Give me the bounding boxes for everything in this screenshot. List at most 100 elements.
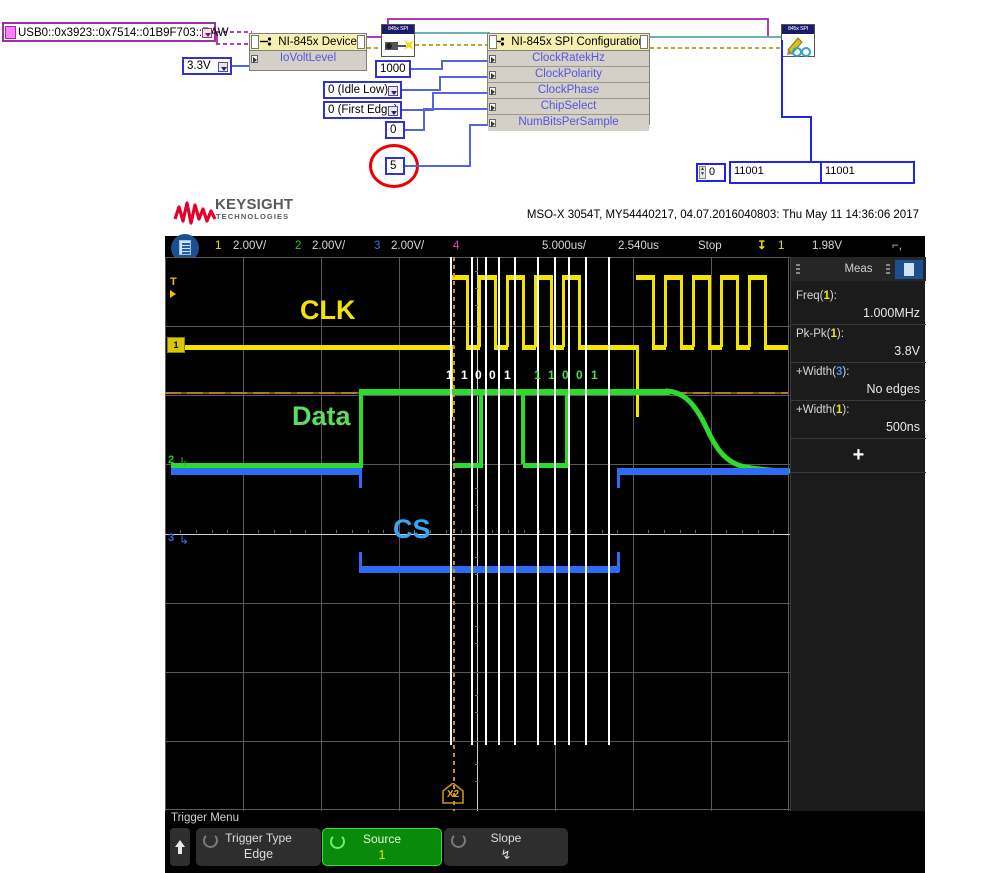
measurement-row-width3[interactable]: +Width(3): No edges bbox=[791, 363, 926, 401]
clock-phase-constant[interactable]: 0 (First Edge) bbox=[323, 101, 402, 119]
ni-845x-spi-write-read-icon[interactable]: 845x SPI bbox=[781, 24, 815, 57]
bit-cursor-3[interactable] bbox=[485, 257, 487, 745]
bit-cursor-8[interactable] bbox=[568, 257, 570, 745]
clk-label: CLK bbox=[300, 295, 356, 325]
input-pin-icon bbox=[251, 55, 258, 63]
array-cell-1: 11001 bbox=[822, 163, 913, 182]
labview-block-diagram: USB0::0x3923::0x7514::01B9F703::RAW 3.3V… bbox=[0, 0, 1006, 192]
terminal-io-volt-level[interactable]: IoVoltLevel bbox=[250, 51, 366, 67]
measurement-row-freq[interactable]: Freq(1): 1.000MHz bbox=[791, 287, 926, 325]
measurement-panel-header[interactable]: Meas bbox=[791, 257, 926, 281]
wire-write-right bbox=[781, 116, 812, 118]
waveform-display[interactable]: CLK Data CS 1 1 0 0 1 1 1 0 0 1 T 1 2 ↳ … bbox=[165, 257, 790, 811]
measurement-label-freq: Freq(1): bbox=[796, 290, 837, 302]
trigger-type-button[interactable]: Trigger Type Edge bbox=[196, 828, 321, 866]
spinner-icon[interactable]: ▲ ▼ bbox=[699, 166, 706, 179]
ni-845x-device-title: NI-845x Device bbox=[250, 34, 366, 51]
wire-pol-to-node bbox=[439, 76, 488, 78]
terminal-clock-rate-khz[interactable]: ClockRatekHz bbox=[488, 51, 649, 67]
measurement-label-width3: +Width(3): bbox=[796, 366, 849, 378]
wire-phase-to-node bbox=[432, 92, 488, 94]
ch3-number[interactable]: 3 bbox=[374, 239, 380, 253]
measurement-value-width3: No edges bbox=[866, 382, 920, 396]
chip-select-constant[interactable]: 0 bbox=[385, 121, 405, 139]
terminal-chip-select-label: ChipSelect bbox=[540, 100, 597, 112]
ch1-ground-marker[interactable]: 1 bbox=[167, 337, 185, 353]
terminal-chip-select[interactable]: ChipSelect bbox=[488, 99, 649, 115]
bit-cursor-10[interactable] bbox=[608, 257, 610, 745]
ch2-marker-label[interactable]: 2 bbox=[168, 455, 174, 466]
trigger-type-value: Edge bbox=[243, 847, 274, 861]
left-margin bbox=[0, 192, 165, 695]
measurement-row-pkpk[interactable]: Pk-Pk(1): 3.8V bbox=[791, 325, 926, 363]
measurement-panel-title: Meas bbox=[844, 263, 873, 275]
bit-cursor-6[interactable] bbox=[537, 257, 539, 745]
string-glyph-icon bbox=[5, 26, 16, 39]
add-measurement-button[interactable]: + bbox=[791, 439, 926, 473]
terminal-clock-phase[interactable]: ClockPhase bbox=[488, 83, 649, 99]
measurement-value-pkpk: 3.8V bbox=[894, 344, 920, 358]
drag-handle-right-icon[interactable] bbox=[886, 264, 890, 274]
bit-cursor-5[interactable] bbox=[514, 257, 516, 745]
trigger-source-button[interactable]: Source 1 bbox=[322, 828, 442, 866]
ch3-scale[interactable]: 2.00V/ bbox=[391, 239, 424, 253]
drag-handle-left-icon[interactable] bbox=[796, 264, 800, 274]
terminal-io-volt-level-label: IoVoltLevel bbox=[279, 52, 337, 64]
bit-1-1: 1 bbox=[446, 368, 453, 382]
ch2-scale[interactable]: 2.00V/ bbox=[312, 239, 345, 253]
ch1-scale[interactable]: 2.00V/ bbox=[233, 239, 266, 253]
clock-polarity-constant[interactable]: 0 (Idle Low) bbox=[323, 81, 402, 99]
bit-cursor-2[interactable] bbox=[471, 257, 473, 745]
delay-value[interactable]: 2.540us bbox=[618, 239, 659, 253]
trigger-level[interactable]: 1.98V bbox=[812, 239, 842, 253]
terminal-num-bits-per-sample[interactable]: NumBitsPerSample bbox=[488, 115, 649, 131]
ni-845x-spi-configuration-node[interactable]: NI-845x SPI Configuration ClockRatekHz C… bbox=[487, 33, 650, 131]
ch1-number[interactable]: 1 bbox=[215, 239, 221, 253]
chevron-down-icon[interactable] bbox=[202, 28, 212, 38]
chevron-down-icon[interactable] bbox=[388, 86, 398, 96]
menu-collapse-button[interactable] bbox=[170, 828, 190, 866]
resource-name-constant[interactable]: USB0::0x3923::0x7514::01B9F703::RAW bbox=[2, 22, 229, 42]
zoom-region-icon[interactable]: ⌐, bbox=[892, 239, 902, 253]
scope-header: KEYSIGHT TECHNOLOGIES MSO-X 3054T, MY544… bbox=[165, 192, 925, 236]
bit-cursor-9[interactable] bbox=[585, 257, 587, 745]
ch2-number[interactable]: 2 bbox=[295, 239, 301, 253]
pkpk-suffix: ): bbox=[836, 328, 844, 340]
spi-config-title: NI-845x SPI Configuration bbox=[488, 34, 649, 51]
trigger-source[interactable]: 1 bbox=[778, 239, 784, 253]
bit-2-3: 0 bbox=[562, 368, 569, 382]
spi-write-caption: 845x SPI bbox=[782, 25, 814, 34]
measurement-row-width1[interactable]: +Width(1): 500ns bbox=[791, 401, 926, 439]
width3-suffix: ): bbox=[842, 366, 850, 378]
wire-pol-v bbox=[439, 76, 441, 91]
io-volt-level-value: 3.3V bbox=[187, 60, 211, 72]
node-terminal-right-icon bbox=[640, 35, 648, 49]
wire-spi-ref-teal bbox=[415, 32, 490, 34]
scope-settings-bar: 1 2.00V/ 2 2.00V/ 3 2.00V/ 4 5.000us/ 2.… bbox=[165, 236, 925, 257]
wire-config-ref-teal bbox=[650, 36, 784, 38]
trigger-menu-bar: Trigger Menu Trigger Type Edge Source 1 … bbox=[165, 811, 925, 873]
measurement-menu-icon[interactable] bbox=[895, 260, 923, 279]
io-volt-level-constant[interactable]: 3.3V bbox=[182, 57, 232, 75]
input-pin-icon bbox=[489, 71, 496, 79]
ni-845x-spi-open-icon[interactable]: 845x SPI bbox=[381, 24, 415, 57]
result-array-indicator[interactable]: 11001 11001 bbox=[729, 161, 915, 184]
ni-845x-device-node[interactable]: NI-845x Device IoVoltLevel bbox=[249, 33, 367, 71]
chevron-down-icon[interactable] bbox=[218, 62, 228, 72]
trigger-source-label: Source bbox=[362, 832, 402, 846]
timebase-value[interactable]: 5.000us/ bbox=[542, 239, 586, 253]
bit-cursor-4[interactable] bbox=[498, 257, 500, 745]
array-index-control[interactable]: ▲ ▼ 0 bbox=[696, 163, 726, 182]
ch3-marker-label[interactable]: 3 bbox=[168, 533, 174, 544]
clk-idle-low-left bbox=[171, 345, 450, 350]
chevron-down-icon[interactable] bbox=[388, 106, 398, 116]
bit-cursor-1[interactable] bbox=[450, 257, 452, 745]
clock-rate-khz-constant[interactable]: 1000 bbox=[375, 60, 411, 78]
bit-cursor-7[interactable] bbox=[554, 257, 556, 745]
ch4-number[interactable]: 4 bbox=[453, 239, 459, 253]
freq-suffix: ): bbox=[829, 290, 837, 302]
terminal-clock-polarity[interactable]: ClockPolarity bbox=[488, 67, 649, 83]
measurement-value-width1: 500ns bbox=[885, 420, 920, 434]
run-state[interactable]: Stop bbox=[698, 239, 722, 253]
trigger-slope-button[interactable]: Slope ↯ bbox=[444, 828, 568, 866]
